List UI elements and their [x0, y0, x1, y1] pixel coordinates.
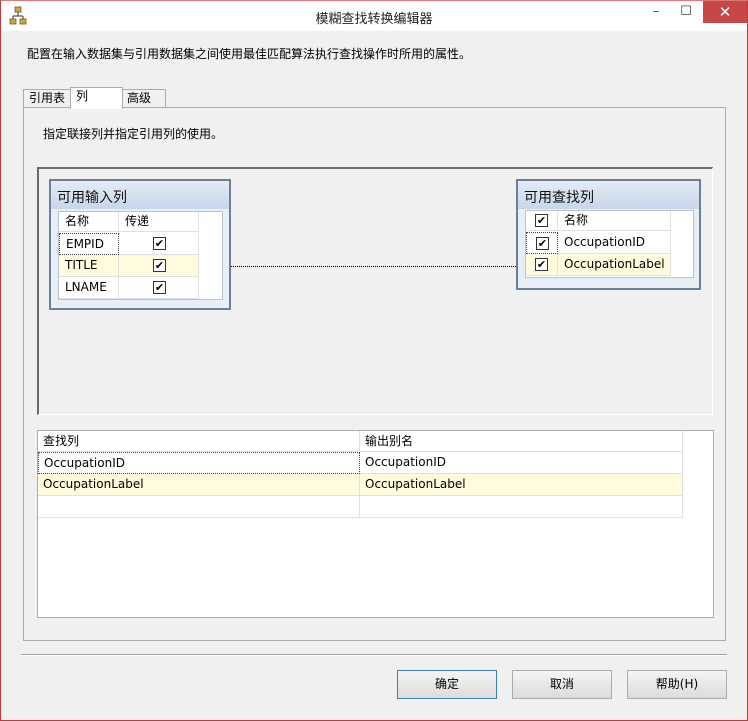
input-columns-grid: 名称 传递 EMPID ✔ TITLE ✔ LNAME ✔	[58, 211, 223, 300]
tab-reference-table[interactable]: 引用表	[23, 89, 71, 108]
dialog-window: 模糊查找转换编辑器 – ☐ ✕ 配置在输入数据集与引用数据集之间使用最佳匹配算法…	[0, 0, 748, 721]
lookup-checkbox[interactable]: ✔	[536, 237, 549, 250]
select-all-checkbox[interactable]: ✔	[535, 214, 548, 227]
available-lookup-columns-box[interactable]: 可用查找列 ✔ 名称 ✔ OccupationID ✔ OccupationLa…	[516, 179, 701, 290]
grid-cell-alias[interactable]: OccupationLabel	[360, 474, 683, 496]
grid-header-alias: 输出别名	[360, 431, 683, 452]
lookup-row-check[interactable]: ✔	[526, 254, 558, 276]
tab-columns[interactable]: 列	[70, 87, 123, 109]
lookup-row-check[interactable]: ✔	[526, 232, 558, 254]
title-bar[interactable]: 模糊查找转换编辑器 – ☐ ✕	[1, 1, 747, 31]
ok-button[interactable]: 确定	[397, 670, 497, 699]
lookup-header-name: 名称	[558, 211, 671, 231]
input-row-pass[interactable]: ✔	[119, 233, 199, 255]
button-separator	[21, 654, 727, 656]
available-input-columns-box[interactable]: 可用输入列 名称 传递 EMPID ✔ TITLE ✔ LNAME ✔	[49, 179, 231, 310]
lookup-row-name[interactable]: OccupationLabel	[558, 254, 671, 276]
input-row-name[interactable]: EMPID	[59, 233, 119, 255]
cancel-button[interactable]: 取消	[512, 670, 612, 699]
input-box-title: 可用输入列	[51, 181, 229, 209]
grid-cell-lookup[interactable]: OccupationLabel	[38, 474, 360, 496]
grid-cell-alias[interactable]: OccupationID	[360, 452, 683, 474]
window-title: 模糊查找转换编辑器	[315, 12, 433, 27]
input-row-name[interactable]: TITLE	[59, 255, 119, 277]
grid-cell-alias-empty[interactable]	[360, 496, 683, 518]
grid-header-lookup: 查找列	[38, 431, 360, 452]
input-row-pass[interactable]: ✔	[119, 277, 199, 299]
close-icon[interactable]: ✕	[703, 1, 747, 23]
pass-checkbox[interactable]: ✔	[153, 259, 166, 272]
dialog-description: 配置在输入数据集与引用数据集之间使用最佳匹配算法执行查找操作时所用的属性。	[27, 47, 472, 61]
pass-checkbox[interactable]: ✔	[153, 237, 166, 250]
columns-tab-panel: 指定联接列并指定引用列的使用。 可用输入列 名称 传递 EMPID ✔ TITL…	[23, 107, 726, 641]
tab-advanced[interactable]: 高级	[121, 89, 166, 108]
join-connector-line[interactable]	[231, 266, 516, 267]
input-header-pass: 传递	[119, 212, 199, 232]
lookup-checkbox[interactable]: ✔	[535, 258, 548, 271]
input-row-pass[interactable]: ✔	[119, 255, 199, 277]
pass-checkbox[interactable]: ✔	[153, 281, 166, 294]
lookup-row-name[interactable]: OccupationID	[558, 232, 671, 254]
mapping-canvas[interactable]: 可用输入列 名称 传递 EMPID ✔ TITLE ✔ LNAME ✔ 可用查找…	[37, 167, 713, 415]
help-button[interactable]: 帮助(H)	[627, 670, 727, 699]
lookup-header-select-all[interactable]: ✔	[526, 211, 558, 231]
grid-cell-lookup[interactable]: OccupationID	[38, 452, 360, 474]
input-row-name[interactable]: LNAME	[59, 277, 119, 299]
lookup-output-grid[interactable]: 查找列 输出别名 OccupationID OccupationID Occup…	[37, 430, 714, 618]
panel-hint: 指定联接列并指定引用列的使用。	[43, 127, 224, 141]
minimize-icon[interactable]: –	[641, 1, 671, 23]
lookup-columns-grid: ✔ 名称 ✔ OccupationID ✔ OccupationLabel	[525, 210, 694, 278]
lookup-box-title: 可用查找列	[518, 181, 699, 209]
input-header-name: 名称	[59, 212, 119, 232]
grid-cell-lookup-empty[interactable]	[38, 496, 360, 518]
maximize-icon[interactable]: ☐	[671, 1, 701, 23]
